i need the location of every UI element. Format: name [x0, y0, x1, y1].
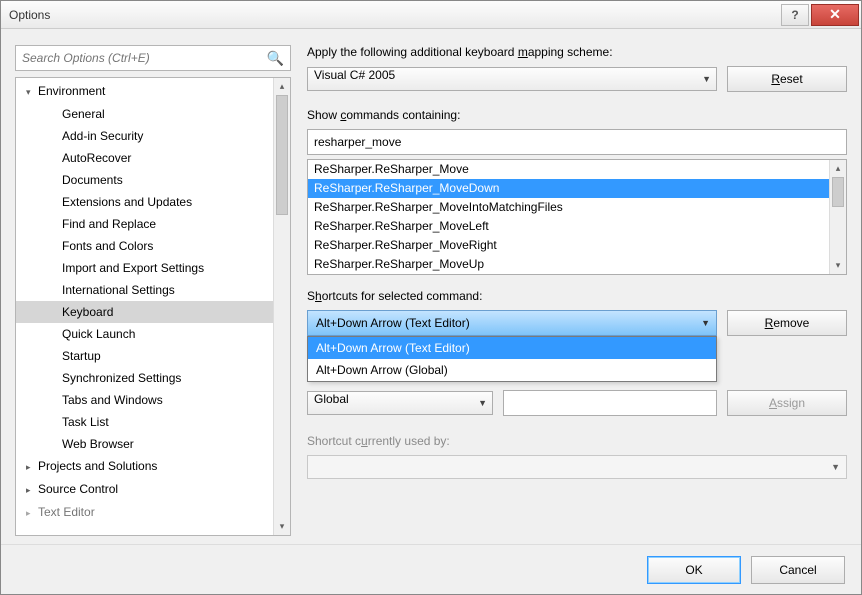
options-tree[interactable]: ▾Environment General Add-in Security Aut… [15, 77, 291, 536]
tree-node-source-control[interactable]: ▸Source Control [16, 478, 273, 501]
scroll-down-icon[interactable]: ▾ [274, 518, 290, 535]
dialog-footer: OK Cancel [1, 544, 861, 594]
tree-scrollbar[interactable]: ▴ ▾ [273, 78, 290, 535]
shortcuts-combobox[interactable]: Alt+Down Arrow (Text Editor) ▼ Alt+Down … [307, 310, 717, 336]
search-icon: 🔍 [267, 50, 284, 67]
list-item[interactable]: ReSharper.ReSharper_MoveUp [308, 255, 829, 274]
list-scrollbar[interactable]: ▴ ▾ [829, 160, 846, 274]
titlebar[interactable]: Options ? ✕ [1, 1, 861, 29]
shortcuts-combo-head[interactable]: Alt+Down Arrow (Text Editor) ▼ [307, 310, 717, 336]
scope-value: Global [314, 392, 349, 406]
tree-node-environment[interactable]: ▾Environment [16, 80, 273, 103]
tree-node-projects[interactable]: ▸Projects and Solutions [16, 455, 273, 478]
tree-node-tabs-windows[interactable]: Tabs and Windows [16, 389, 273, 411]
tree-node-keyboard[interactable]: Keyboard [16, 301, 273, 323]
scroll-up-icon[interactable]: ▴ [830, 160, 846, 177]
tree-node-quick-launch[interactable]: Quick Launch [16, 323, 273, 345]
cancel-button[interactable]: Cancel [751, 556, 845, 584]
chevron-down-icon: ▾ [26, 83, 38, 101]
chevron-down-icon: ▼ [702, 74, 711, 84]
chevron-down-icon: ▼ [701, 318, 710, 328]
combo-option[interactable]: Alt+Down Arrow (Global) [308, 359, 716, 381]
chevron-right-icon: ▸ [26, 458, 38, 476]
command-filter-input[interactable] [314, 135, 840, 149]
tree-node-autorecover[interactable]: AutoRecover [16, 147, 273, 169]
search-options-input-wrap[interactable]: 🔍 [15, 45, 291, 71]
chevron-down-icon: ▼ [831, 462, 840, 472]
show-commands-label: Show commands containing: [307, 108, 847, 122]
shortcuts-selected-value: Alt+Down Arrow (Text Editor) [316, 316, 470, 330]
mapping-scheme-select[interactable]: Visual C# 2005 ▼ [307, 67, 717, 91]
ok-button[interactable]: OK [647, 556, 741, 584]
tree-node-sync-settings[interactable]: Synchronized Settings [16, 367, 273, 389]
press-shortcut-input[interactable] [510, 396, 710, 410]
scroll-down-icon[interactable]: ▾ [830, 257, 846, 274]
search-options-input[interactable] [22, 51, 267, 65]
tree-node-addin-security[interactable]: Add-in Security [16, 125, 273, 147]
window-title: Options [9, 8, 781, 22]
options-dialog: Options ? ✕ 🔍 ▾Environment General Add-i… [0, 0, 862, 595]
chevron-right-icon: ▸ [26, 481, 38, 499]
tree-node-find-replace[interactable]: Find and Replace [16, 213, 273, 235]
used-by-label: Shortcut currently used by: [307, 434, 847, 448]
chevron-right-icon: ▸ [26, 504, 38, 522]
tree-node-extensions[interactable]: Extensions and Updates [16, 191, 273, 213]
command-filter-wrap[interactable] [307, 129, 847, 155]
mapping-scheme-label: Apply the following additional keyboard … [307, 45, 847, 59]
tree-node-international[interactable]: International Settings [16, 279, 273, 301]
list-item[interactable]: ReSharper.ReSharper_MoveIntoMatchingFile… [308, 198, 829, 217]
combo-option[interactable]: Alt+Down Arrow (Text Editor) [308, 337, 716, 359]
reset-button[interactable]: Reset [727, 66, 847, 92]
tree-node-documents[interactable]: Documents [16, 169, 273, 191]
chevron-down-icon: ▼ [478, 398, 487, 408]
list-item[interactable]: ReSharper.ReSharper_Move [308, 160, 829, 179]
tree-node-startup[interactable]: Startup [16, 345, 273, 367]
tree-node-text-editor[interactable]: ▸Text Editor [16, 501, 273, 524]
scope-select[interactable]: Global ▼ [307, 391, 493, 415]
assign-button[interactable]: Assign [727, 390, 847, 416]
tree-node-fonts-colors[interactable]: Fonts and Colors [16, 235, 273, 257]
tree-node-web-browser[interactable]: Web Browser [16, 433, 273, 455]
help-button[interactable]: ? [781, 4, 809, 26]
list-item[interactable]: ReSharper.ReSharper_MoveLeft [308, 217, 829, 236]
list-item[interactable]: ReSharper.ReSharper_MoveDown [308, 179, 829, 198]
scroll-up-icon[interactable]: ▴ [274, 78, 290, 95]
list-item[interactable]: ReSharper.ReSharper_MoveRight [308, 236, 829, 255]
remove-button[interactable]: Remove [727, 310, 847, 336]
shortcuts-label: Shortcuts for selected command: [307, 289, 847, 303]
close-button[interactable]: ✕ [811, 4, 859, 26]
tree-node-task-list[interactable]: Task List [16, 411, 273, 433]
scroll-thumb[interactable] [276, 95, 288, 215]
scroll-thumb[interactable] [832, 177, 844, 207]
used-by-select: ▼ [307, 455, 847, 479]
mapping-scheme-value: Visual C# 2005 [314, 68, 395, 82]
tree-node-general[interactable]: General [16, 103, 273, 125]
press-shortcut-input-wrap[interactable] [503, 390, 717, 416]
commands-listbox[interactable]: ReSharper.ReSharper_Move ReSharper.ReSha… [307, 159, 847, 275]
tree-node-import-export[interactable]: Import and Export Settings [16, 257, 273, 279]
shortcuts-combo-list[interactable]: Alt+Down Arrow (Text Editor) Alt+Down Ar… [307, 336, 717, 382]
tree-label: Environment [38, 84, 105, 98]
